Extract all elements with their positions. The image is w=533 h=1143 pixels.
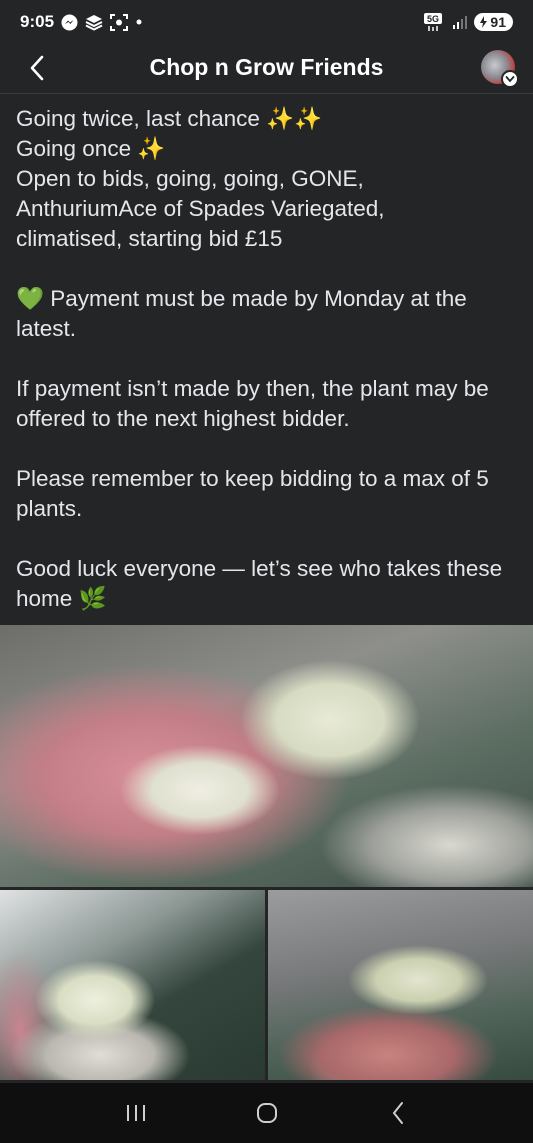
- recent-apps-icon: [126, 1105, 145, 1121]
- status-time: 9:05: [20, 12, 55, 31]
- network-label: 5G: [427, 14, 439, 24]
- avatar[interactable]: [481, 50, 519, 88]
- back-arrow-icon: [392, 1102, 403, 1124]
- page-title: Chop n Grow Friends: [149, 54, 384, 80]
- screenshot-icon: [110, 13, 129, 31]
- home-button[interactable]: [237, 1093, 297, 1133]
- battery-indicator: 91: [474, 13, 513, 31]
- home-icon: [256, 1103, 277, 1123]
- post-line: climatised, starting bid £15: [16, 226, 283, 251]
- status-bar: 9:05 5G 91: [0, 0, 533, 44]
- battery-level: 91: [490, 14, 506, 30]
- plant-photo-bottom-left[interactable]: [0, 890, 265, 1080]
- post-line: AnthuriumAce of Spades Variegated,: [16, 196, 385, 221]
- system-nav-bar: [0, 1083, 533, 1143]
- network-5g-icon: 5G: [424, 12, 446, 32]
- recent-apps-button[interactable]: [106, 1093, 166, 1133]
- plant-photo-bottom-right[interactable]: [268, 890, 533, 1080]
- chevron-down-icon: [501, 70, 519, 88]
- system-back-button[interactable]: [368, 1093, 428, 1133]
- messenger-icon: [61, 14, 78, 31]
- stack-app-icon: [85, 14, 103, 31]
- post-line: Going twice, last chance ✨✨: [16, 106, 323, 131]
- signal-icon: [452, 14, 468, 30]
- payment-notice: 💚 Payment must be made by Monday at the …: [16, 286, 474, 341]
- good-luck-message: Good luck everyone — let’s see who takes…: [16, 556, 509, 611]
- plant-photo-main[interactable]: [0, 625, 533, 887]
- post-body: Going twice, last chance ✨✨ Going once ✨…: [16, 104, 521, 614]
- notification-dot-icon: [135, 18, 143, 26]
- next-bidder-notice: If payment isn’t made by then, the plant…: [16, 376, 496, 431]
- post-line: Open to bids, going, going, GONE,: [16, 166, 364, 191]
- post-line: Going once ✨: [16, 136, 166, 161]
- group-header: Chop n Grow Friends: [0, 44, 533, 94]
- battery-saver-icon: [480, 16, 488, 28]
- bidding-reminder: Please remember to keep bidding to a max…: [16, 466, 496, 521]
